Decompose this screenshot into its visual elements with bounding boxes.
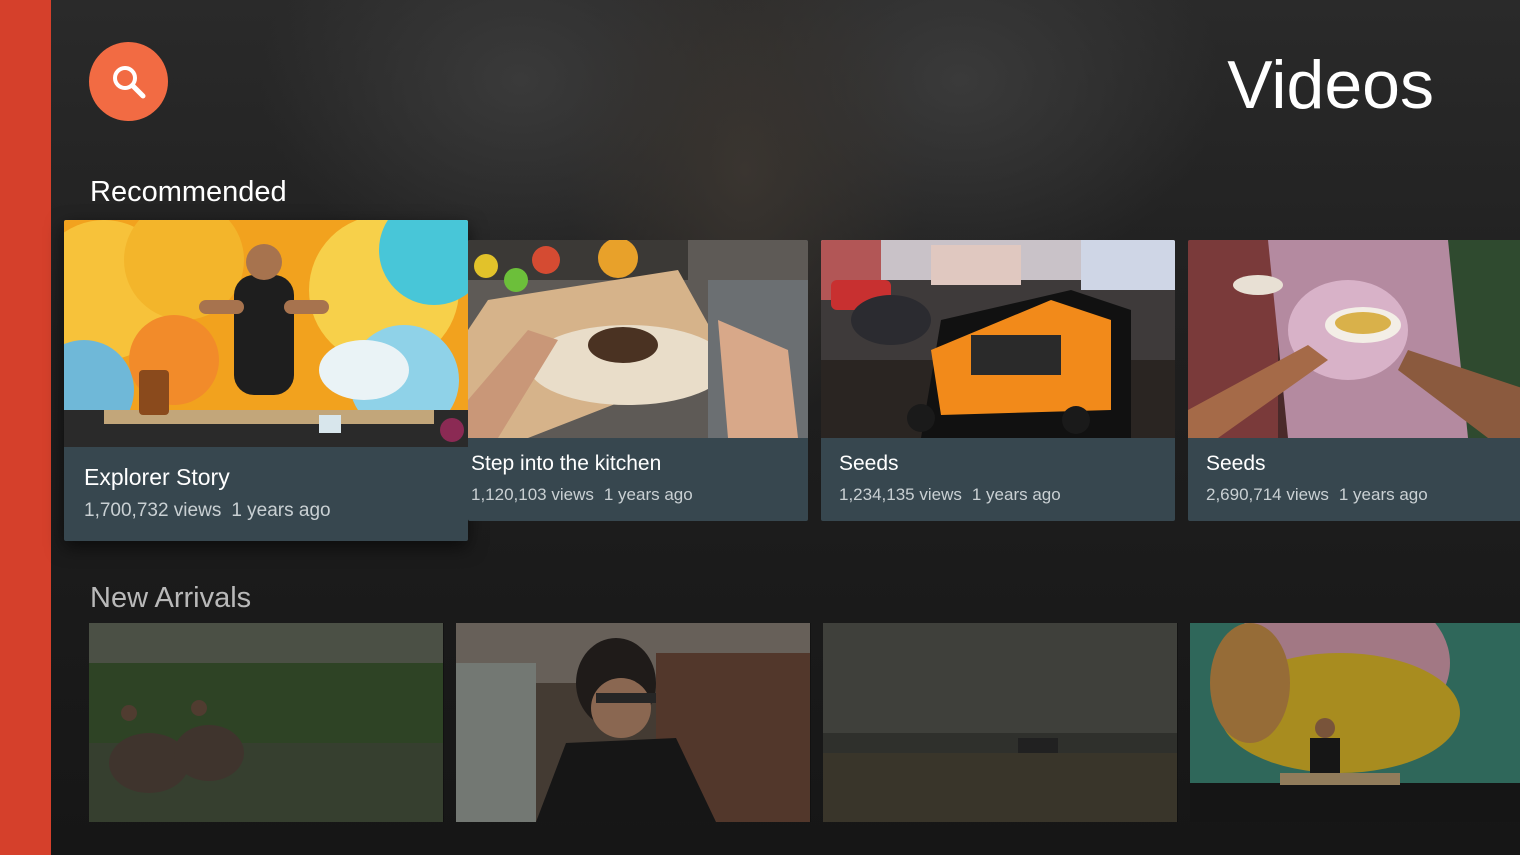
video-card-thumbnail[interactable] [89,623,444,822]
video-card[interactable]: Seeds 1,234,135 views 1 years ago [821,240,1175,521]
upload-age: 1 years ago [603,485,693,504]
video-thumbnail [821,240,1175,438]
upload-age: 1 years ago [1338,485,1428,504]
dim-overlay [1190,623,1520,822]
page-title: Videos [1227,47,1434,123]
card-title: Seeds [839,452,899,475]
upload-age: 1 years ago [971,485,1061,504]
dim-overlay [823,623,1178,822]
video-card[interactable]: Seeds 2,690,714 views 1 years ago [1188,240,1520,521]
video-card-thumbnail[interactable] [456,623,811,822]
navigation-rail[interactable] [0,0,51,855]
video-thumbnail [1188,240,1520,438]
video-card-thumbnail[interactable] [1190,623,1520,822]
video-thumbnail [468,240,808,438]
row-header-new-arrivals: New Arrivals [90,582,252,614]
card-meta: 1,120,103 views 1 years ago [471,485,693,505]
search-button[interactable] [89,42,168,121]
video-card[interactable]: Step into the kitchen 1,120,103 views 1 y… [468,240,808,521]
search-icon [112,65,145,98]
card-meta: 2,690,714 views 1 years ago [1206,485,1428,505]
view-count: 1,700,732 views [84,500,222,521]
view-count: 1,120,103 views [471,485,594,504]
card-title: Explorer Story [84,464,230,490]
video-thumbnail [64,220,468,447]
view-count: 2,690,714 views [1206,485,1329,504]
dim-overlay [89,623,444,822]
row-header-recommended: Recommended [90,176,287,208]
video-card[interactable]: Explorer Story 1,700,732 views 1 years ag… [64,220,468,541]
card-title: Step into the kitchen [471,452,662,475]
dim-overlay [456,623,811,822]
view-count: 1,234,135 views [839,485,962,504]
card-title: Seeds [1206,452,1266,475]
video-card-thumbnail[interactable] [823,623,1178,822]
upload-age: 1 years ago [231,500,331,521]
card-meta: 1,700,732 views 1 years ago [84,500,331,522]
card-meta: 1,234,135 views 1 years ago [839,485,1061,505]
